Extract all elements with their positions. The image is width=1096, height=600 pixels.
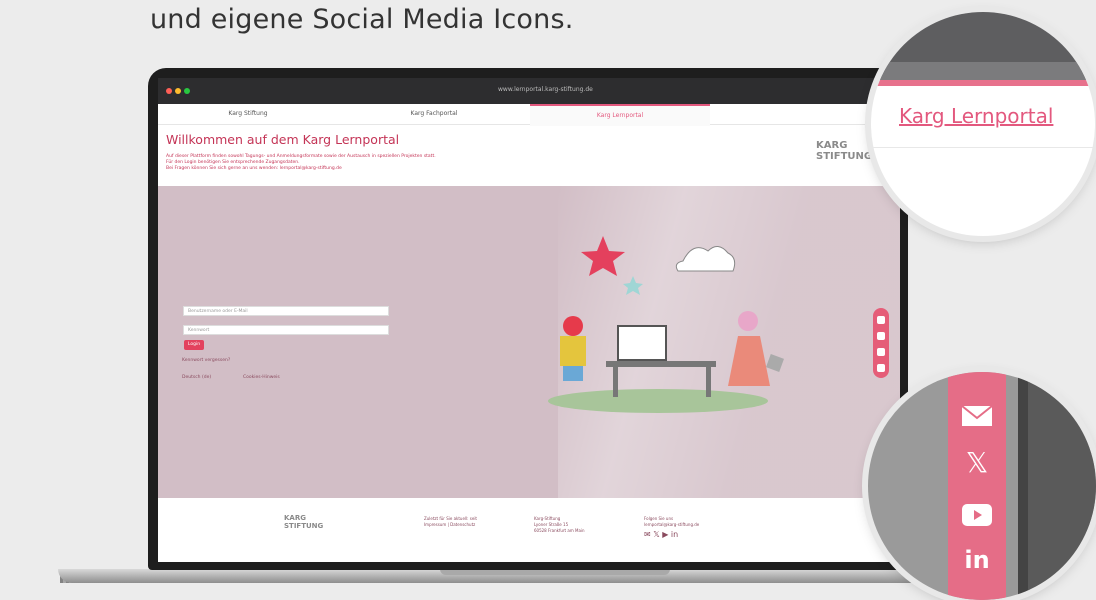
- mail-icon[interactable]: [877, 316, 885, 324]
- footer-column-info: Zuletzt für Sie aktuell: seit Impressum …: [424, 516, 477, 528]
- footer-logo[interactable]: KARG STIFTUNG: [284, 514, 323, 530]
- tab-karg-fachportal[interactable]: Karg Fachportal: [344, 104, 524, 124]
- bezel: [1028, 372, 1096, 600]
- tab-karg-lernportal[interactable]: Karg Lernportal: [530, 104, 710, 126]
- cloud-icon: [675, 246, 736, 272]
- minimize-window-icon[interactable]: [175, 88, 181, 94]
- site-footer: KARG STIFTUNG Zuletzt für Sie aktuell: s…: [158, 498, 900, 562]
- site-tabs: Karg Stiftung Karg Fachportal Karg Lernp…: [158, 104, 900, 126]
- footer-social-icons[interactable]: ✉ 𝕏 ▶ in: [644, 531, 699, 539]
- cookie-notice-link[interactable]: Cookies-Hinweis: [243, 375, 280, 380]
- magnifier-tab-detail: Karg Lernportal: [871, 12, 1095, 236]
- address-bar[interactable]: www.lernportal.karg-stiftung.de: [498, 86, 638, 96]
- footer-email-link[interactable]: lernportal@karg-stiftung.de: [644, 522, 699, 528]
- youtube-icon[interactable]: [877, 348, 885, 356]
- magnifier-social-detail: 𝕏 in: [868, 372, 1096, 600]
- x-icon[interactable]: 𝕏: [960, 446, 994, 479]
- linkedin-icon[interactable]: in: [960, 546, 994, 574]
- youtube-icon[interactable]: [962, 504, 992, 526]
- star-icon: [581, 236, 625, 276]
- kids-illustration: [548, 236, 784, 413]
- logo-line: KARG: [816, 140, 848, 151]
- divider: [871, 147, 1095, 148]
- social-media-bar-magnified: 𝕏 in: [948, 372, 1006, 600]
- intro-line: Bei Fragen können Sie sich gerne an uns …: [166, 166, 342, 171]
- section-heading: und eigene Social Media Icons.: [150, 4, 574, 35]
- footer-column-social: Folgen Sie uns lernportal@karg-stiftung.…: [644, 516, 699, 539]
- hero-section: Benutzername oder E-Mail Kennwort Login …: [158, 186, 900, 498]
- x-icon[interactable]: [877, 332, 885, 340]
- mail-icon[interactable]: [960, 402, 994, 430]
- page-intro: Auf dieser Plattform finden sowohl Tagun…: [166, 154, 436, 172]
- tab-karg-stiftung[interactable]: Karg Stiftung: [158, 104, 338, 124]
- star-icon: [623, 276, 643, 295]
- language-select[interactable]: Deutsch (de): [182, 375, 211, 380]
- footer-link[interactable]: Impressum | Datenschutz: [424, 522, 477, 528]
- logo-line: STIFTUNG: [284, 522, 324, 530]
- footer-text: 60528 Frankfurt am Main: [534, 528, 585, 533]
- maximize-window-icon[interactable]: [184, 88, 190, 94]
- page-title: Willkommen auf dem Karg Lernportal: [166, 132, 400, 147]
- linkedin-icon[interactable]: [877, 364, 885, 372]
- login-button[interactable]: Login: [184, 340, 204, 350]
- active-tab-indicator: [871, 80, 1095, 86]
- social-media-bar: [873, 308, 889, 378]
- footer-column-address: Karg-Stiftung Lyoner Straße 15 60528 Fra…: [534, 516, 585, 534]
- browser-chrome: www.lernportal.karg-stiftung.de: [158, 78, 900, 104]
- username-input[interactable]: Benutzername oder E-Mail: [183, 306, 389, 316]
- logo-line: STIFTUNG: [816, 151, 873, 162]
- karg-logo[interactable]: KARG STIFTUNG: [816, 140, 872, 162]
- magnified-tabbar: [871, 62, 1095, 80]
- password-input[interactable]: Kennwort: [183, 325, 389, 335]
- forgot-password-link[interactable]: Kennwort vergessen?: [182, 358, 230, 363]
- laptop-screen: www.lernportal.karg-stiftung.de Karg Sti…: [158, 78, 900, 562]
- close-window-icon[interactable]: [166, 88, 172, 94]
- logo-line: KARG: [284, 514, 306, 522]
- tab-karg-lernportal-magnified[interactable]: Karg Lernportal: [899, 104, 1053, 128]
